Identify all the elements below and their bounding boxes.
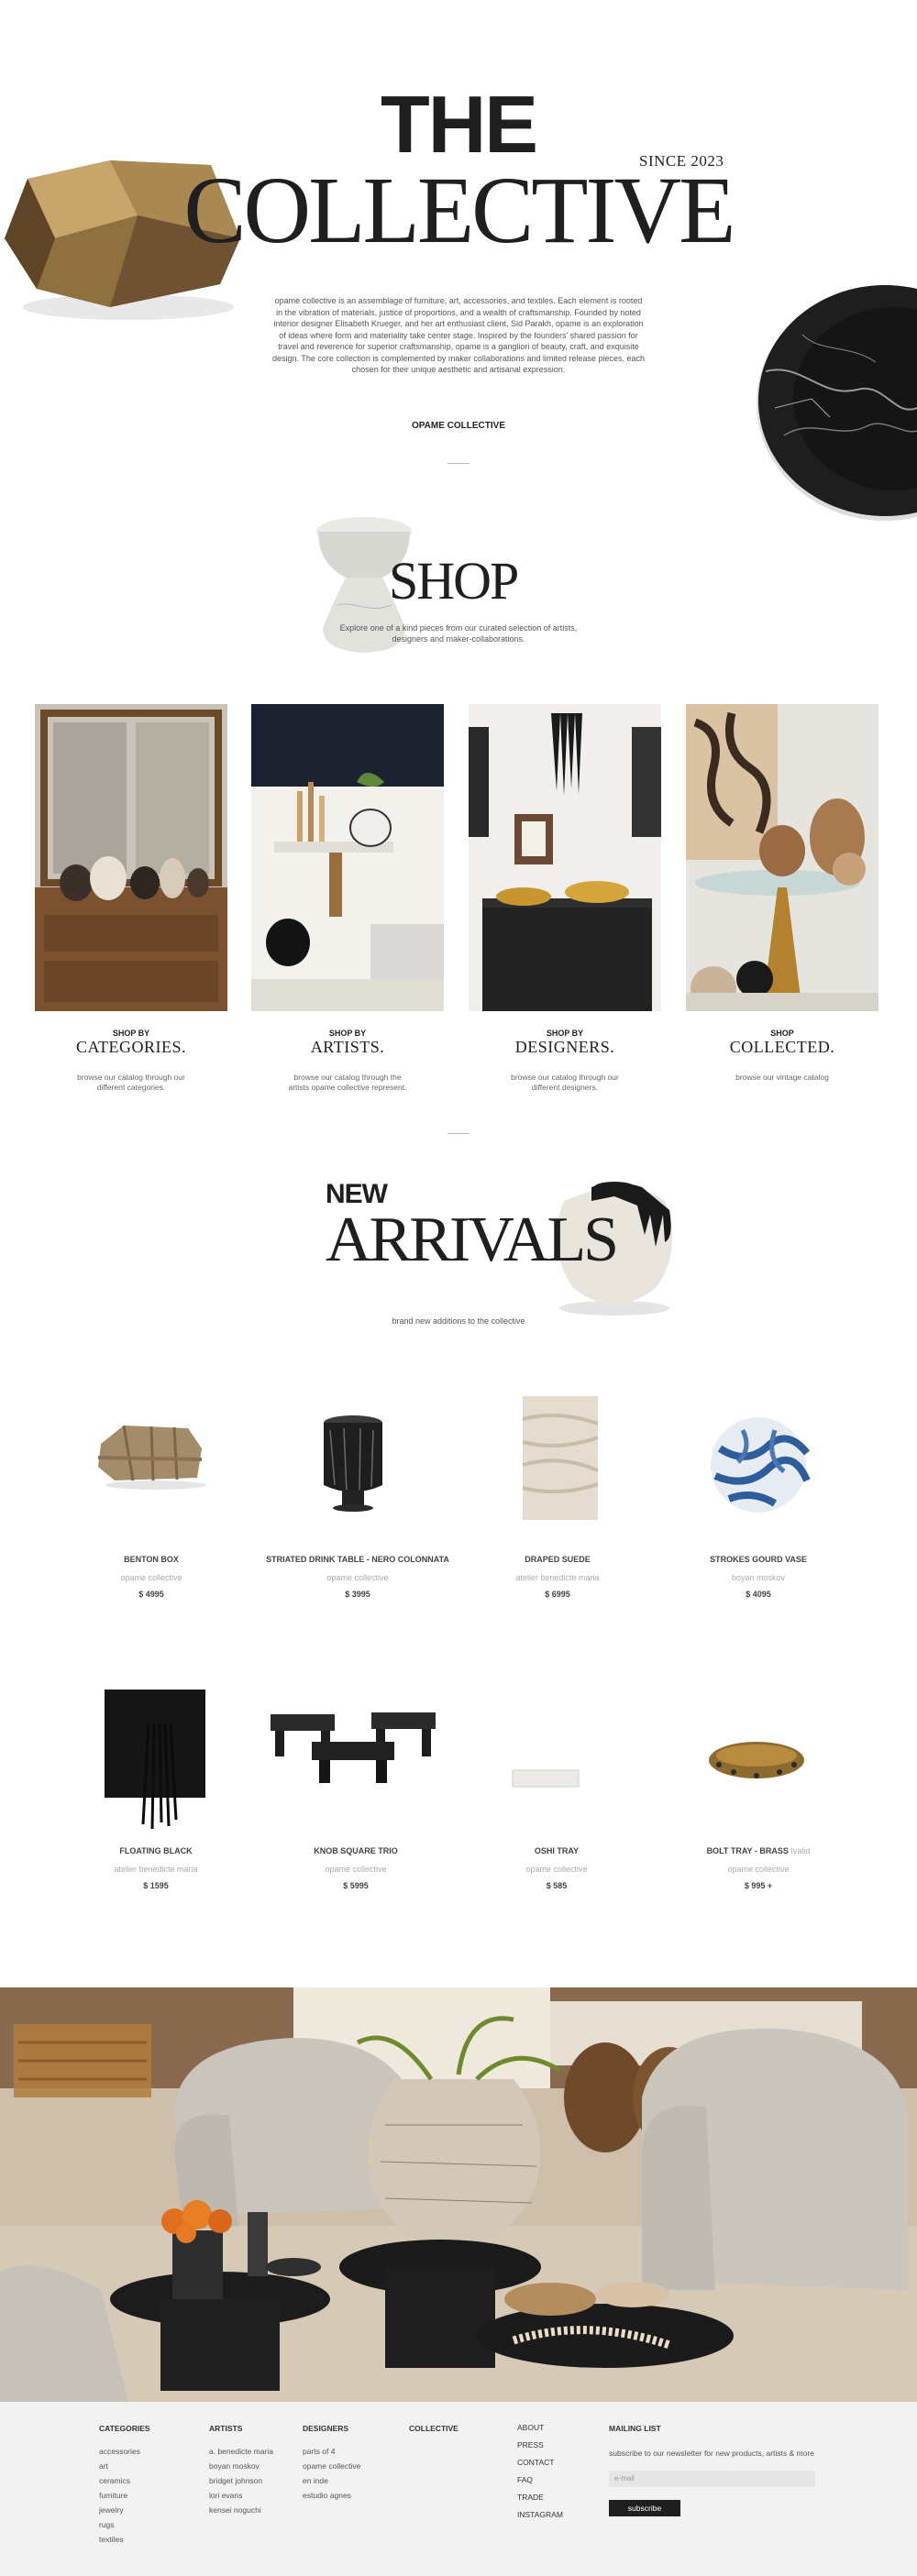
- shop-by-categories-link[interactable]: CATEGORIES.: [35, 1038, 227, 1057]
- product-artist[interactable]: boyan moskov: [653, 1573, 864, 1582]
- product-image[interactable]: [87, 1412, 215, 1494]
- footer-link-trade[interactable]: TRADE: [517, 2489, 563, 2506]
- product-artist[interactable]: atelier benedicte maria: [452, 1573, 663, 1582]
- footer-collective-link[interactable]: COLLECTIVE: [409, 2424, 458, 2433]
- product-name[interactable]: BENTON BOX: [46, 1555, 257, 1564]
- product-name[interactable]: FLOATING BLACK: [50, 1846, 261, 1855]
- product-artist[interactable]: opame collective: [250, 1865, 461, 1874]
- footer-link-rugs[interactable]: rugs: [99, 2517, 150, 2532]
- product-artist[interactable]: opame collective: [451, 1865, 662, 1874]
- arrivals-title: ARRIVALS: [326, 1205, 619, 1275]
- product-name[interactable]: BOLT TRAY - BRASS Ivalid: [653, 1846, 864, 1855]
- footer-categories: CATEGORIES accessories art ceramics furn…: [99, 2424, 150, 2547]
- footer-categories-heading[interactable]: CATEGORIES: [99, 2424, 150, 2433]
- divider: [447, 1133, 470, 1134]
- footer-link-contact[interactable]: CONTACT: [517, 2454, 563, 2471]
- product-price: $ 5995: [343, 1881, 369, 1890]
- footer-mailing-desc: subscribe to our newsletter for new prod…: [609, 2449, 814, 2458]
- product-image[interactable]: [103, 1687, 208, 1830]
- card-kicker: SHOP: [770, 1029, 794, 1038]
- footer-link-jewelry[interactable]: jewelry: [99, 2503, 150, 2517]
- product-name-text: BOLT TRAY - BRASS: [706, 1846, 789, 1855]
- shop-categories-image[interactable]: [35, 704, 227, 1011]
- card-kicker: SHOP BY: [328, 1029, 367, 1038]
- shop-title: SHOP: [389, 551, 519, 611]
- footer-link-artist[interactable]: lori evans: [209, 2488, 273, 2503]
- product-image[interactable]: [509, 1765, 582, 1792]
- product-image[interactable]: [266, 1705, 440, 1788]
- product-artist[interactable]: opame collective: [653, 1865, 864, 1874]
- footer-link-artist[interactable]: bridget johnson: [209, 2473, 273, 2488]
- card-desc: browse our catalog through our different…: [77, 1073, 185, 1092]
- footer-designers-heading[interactable]: DESIGNERS: [303, 2424, 360, 2433]
- footer-link-designer[interactable]: opame collective: [303, 2459, 360, 2473]
- shop-collected-link[interactable]: COLLECTED.: [686, 1038, 878, 1057]
- footer-designers: DESIGNERS parts of 4 opame collective en…: [303, 2424, 360, 2503]
- product-price: $ 4095: [746, 1590, 771, 1599]
- shop-designers-image[interactable]: [469, 704, 661, 1011]
- footer-mailing-heading: MAILING LIST: [609, 2424, 661, 2433]
- footer-link-designer[interactable]: parts of 4: [303, 2444, 360, 2459]
- product-name[interactable]: KNOB SQUARE TRIO: [250, 1846, 461, 1855]
- footer-link-artist[interactable]: kensei noguchi: [209, 2503, 273, 2517]
- footer-link-furniture[interactable]: furniture: [99, 2488, 150, 2503]
- shop-artists-image[interactable]: [251, 704, 444, 1011]
- footer-link-about[interactable]: ABOUT: [517, 2419, 563, 2437]
- product-image[interactable]: [514, 1392, 605, 1525]
- footer-link-designer[interactable]: estudio agnes: [303, 2488, 360, 2503]
- card-desc: browse our catalog through our different…: [511, 1073, 619, 1092]
- product-name[interactable]: STROKES GOURD VASE: [653, 1555, 864, 1564]
- product-artist[interactable]: opame collective: [46, 1573, 257, 1582]
- footer-link-ceramics[interactable]: ceramics: [99, 2473, 150, 2488]
- lifestyle-banner-image: [0, 1987, 917, 2402]
- product-image[interactable]: [316, 1412, 390, 1513]
- product-price: $ 3995: [345, 1590, 370, 1599]
- card-kicker: SHOP BY: [112, 1029, 150, 1038]
- product-name-suffix: Ivalid: [790, 1846, 811, 1855]
- footer-link-artist[interactable]: boyan moskov: [209, 2459, 273, 2473]
- hero-marble-plate: [747, 280, 917, 523]
- footer-link-art[interactable]: art: [99, 2459, 150, 2473]
- card-kicker: SHOP BY: [546, 1029, 584, 1038]
- product-price: $ 995 +: [744, 1881, 773, 1890]
- product-price: $ 585: [546, 1881, 568, 1890]
- product-artist[interactable]: opame collective: [252, 1573, 463, 1582]
- footer-artists: ARTISTS a. benedicte maria boyan moskov …: [209, 2424, 273, 2517]
- footer-artists-heading[interactable]: ARTISTS: [209, 2424, 273, 2433]
- shop-desc: Explore one of a kind pieces from our cu…: [339, 623, 578, 644]
- product-image[interactable]: [706, 1412, 812, 1517]
- product-artist[interactable]: atelier benedicte maria: [50, 1865, 261, 1874]
- footer-link-textiles[interactable]: textiles: [99, 2532, 150, 2547]
- footer-link-faq[interactable]: FAQ: [517, 2471, 563, 2489]
- card-desc: browse our vintage catalog: [735, 1073, 829, 1082]
- footer-link-press[interactable]: PRESS: [517, 2437, 563, 2454]
- footer-link-instagram[interactable]: INSTAGRAM: [517, 2506, 563, 2524]
- hero-title-collective: COLLECTIVE: [183, 158, 736, 263]
- subscribe-button[interactable]: subscribe: [609, 2500, 680, 2516]
- opame-collective-link[interactable]: OPAME COLLECTIVE: [0, 421, 917, 431]
- product-price: $ 4995: [138, 1590, 164, 1599]
- product-name[interactable]: DRAPED SUEDE: [452, 1555, 663, 1564]
- hero-title-the: THE: [381, 79, 538, 170]
- divider: [447, 463, 470, 464]
- shop-collected-image[interactable]: [686, 704, 878, 1011]
- shop-by-artists-link[interactable]: ARTISTS.: [251, 1038, 444, 1057]
- footer-link-accessories[interactable]: accessories: [99, 2444, 150, 2459]
- footer-link-designer[interactable]: en inde: [303, 2473, 360, 2488]
- product-price: $ 6995: [545, 1590, 570, 1599]
- product-name[interactable]: STRIATED DRINK TABLE - NERO COLONNATA: [252, 1555, 463, 1564]
- arrivals-desc: brand new additions to the collective: [392, 1316, 525, 1326]
- hero-intro: opame collective is an assemblage of fur…: [271, 296, 646, 374]
- card-desc: browse our catalog through the artists o…: [288, 1073, 407, 1092]
- footer-link-artist[interactable]: a. benedicte maria: [209, 2444, 273, 2459]
- product-price: $ 1595: [143, 1881, 169, 1890]
- email-field[interactable]: e-mail: [609, 2471, 815, 2487]
- shop-by-designers-link[interactable]: DESIGNERS.: [469, 1038, 661, 1057]
- product-name[interactable]: OSHI TRAY: [451, 1846, 662, 1855]
- product-image[interactable]: [706, 1737, 807, 1783]
- footer-about: ABOUT PRESS CONTACT FAQ TRADE INSTAGRAM: [517, 2419, 563, 2524]
